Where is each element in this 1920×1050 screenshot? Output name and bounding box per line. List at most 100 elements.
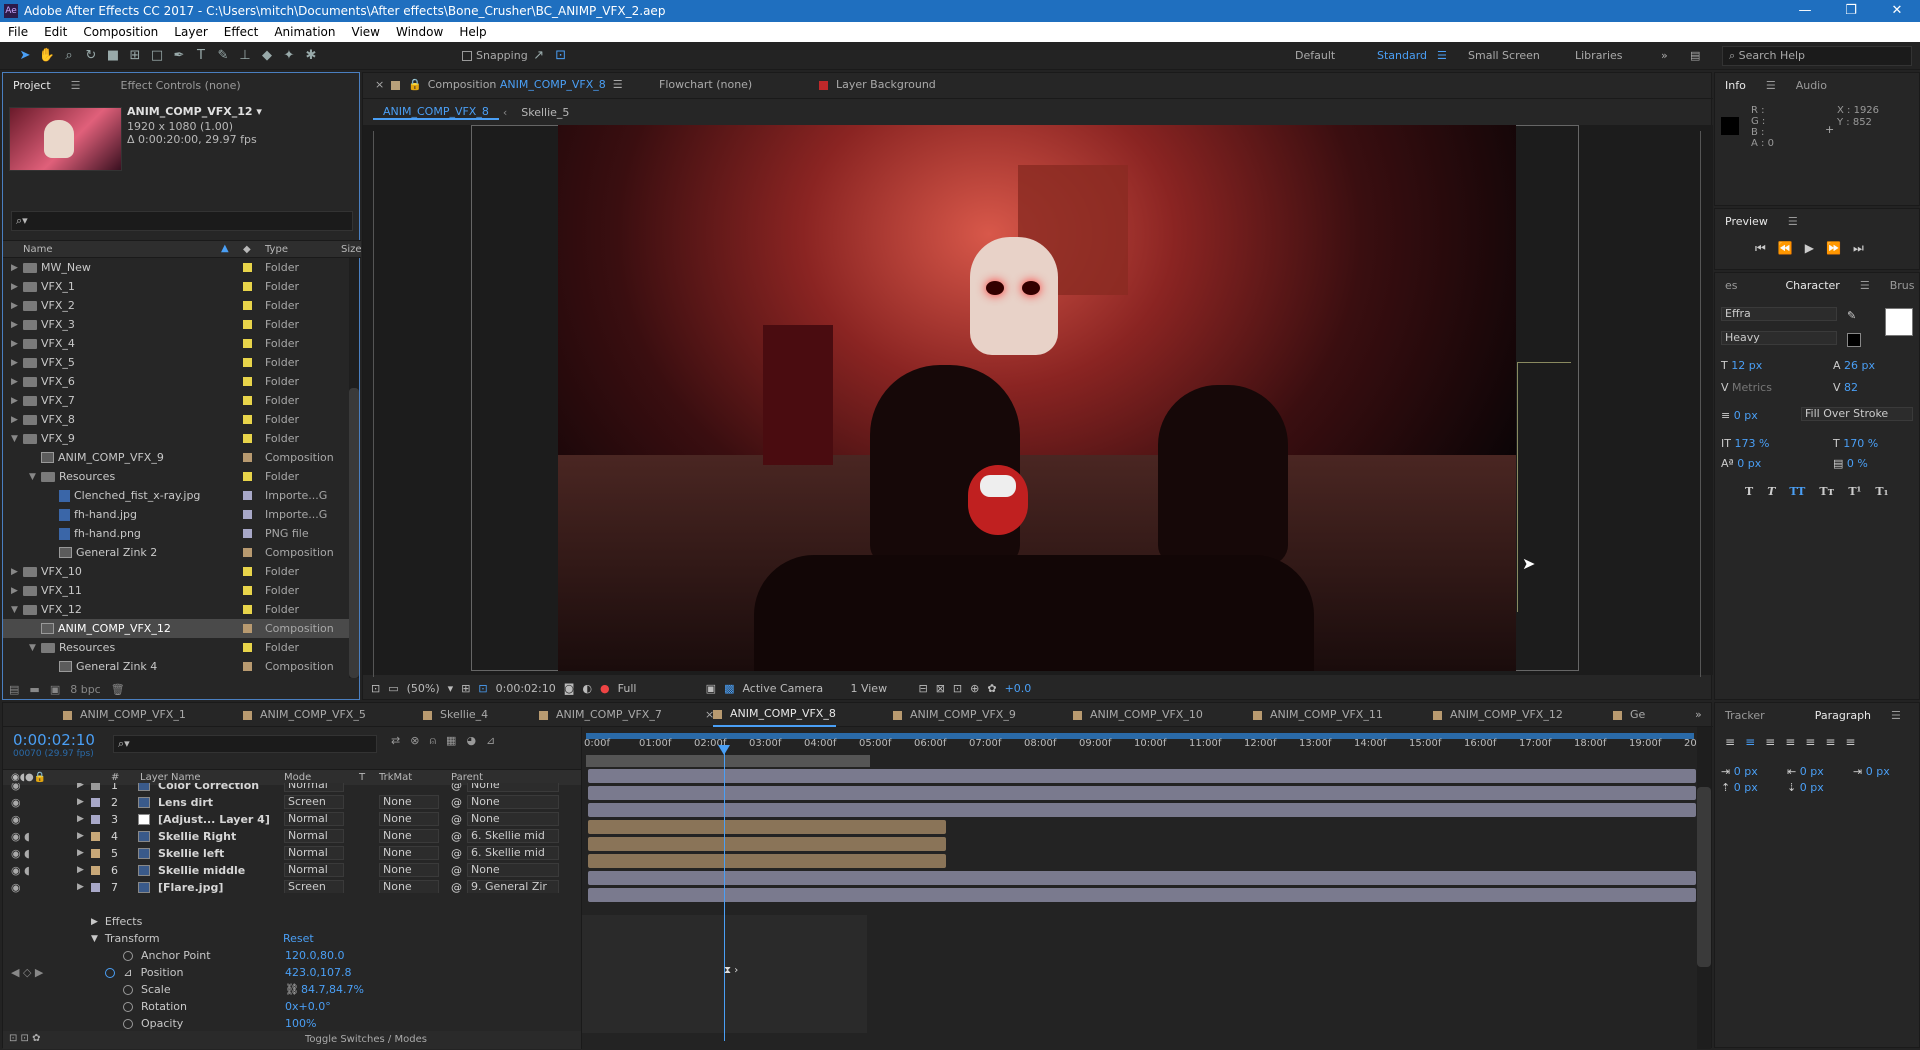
trkmat-dropdown[interactable]: None	[379, 795, 439, 809]
visibility-eye-icon[interactable]: ◉ ◖	[11, 847, 30, 860]
kerning-value[interactable]: Metrics	[1732, 381, 1772, 394]
paragraph-overflow-icon[interactable]: »	[1911, 709, 1920, 722]
tsume-value[interactable]: 0 %	[1847, 457, 1868, 470]
draft-3d-icon[interactable]: ⊗	[410, 734, 419, 748]
timeline-tab[interactable]: Ge	[1613, 703, 1645, 727]
project-folder-row[interactable]: ▶ VFX_5 Folder	[3, 353, 355, 372]
layer-label-swatch[interactable]	[91, 883, 100, 892]
timeline-tab[interactable]: Skellie_4	[423, 703, 488, 727]
eraser-tool-icon[interactable]: ◆	[256, 45, 278, 67]
align-right-icon[interactable]: ≡	[1765, 735, 1775, 749]
project-folder-row[interactable]: ▶ VFX_4 Folder	[3, 334, 355, 353]
project-folder-row[interactable]: ▼ VFX_9 Folder	[3, 429, 355, 448]
layer-twirl-icon[interactable]: ▶	[77, 783, 84, 790]
align-center-icon[interactable]: ≡	[1745, 735, 1755, 749]
pickwhip-icon[interactable]: @	[451, 847, 462, 860]
layer-duration-bar[interactable]	[588, 803, 1696, 817]
visibility-eye-icon[interactable]: ◉	[11, 783, 21, 792]
label-color-swatch[interactable]	[243, 263, 252, 272]
footer-icons[interactable]: ⊡ ⊡ ✿	[9, 1033, 41, 1044]
close-button[interactable]: ✕	[1874, 0, 1920, 22]
playhead-line[interactable]	[724, 751, 725, 1041]
layer-twirl-icon[interactable]: ▶	[77, 882, 84, 892]
workspace-overflow-icon[interactable]: »	[1661, 42, 1668, 70]
label-color-swatch[interactable]	[243, 624, 252, 633]
comp-name[interactable]: ANIM_COMP_VFX_12 ▾	[127, 105, 262, 118]
camera-tool-icon[interactable]: ■	[102, 45, 124, 67]
layer-duration-bar[interactable]	[588, 837, 946, 851]
parent-dropdown[interactable]: None	[467, 812, 559, 826]
clone-stamp-tool-icon[interactable]: ⊥	[234, 45, 256, 67]
project-folder-row[interactable]: ▶ VFX_11 Folder	[3, 581, 355, 600]
position-stopwatch-icon[interactable]	[105, 967, 116, 978]
layer-label-swatch[interactable]	[91, 849, 100, 858]
workspace-libraries[interactable]: Libraries	[1575, 42, 1623, 70]
exposure-value[interactable]: +0.0	[1005, 682, 1032, 695]
blend-mode-dropdown[interactable]: Screen	[284, 795, 344, 809]
snapshot-icon[interactable]: ◙	[564, 682, 575, 695]
menu-file[interactable]: File	[0, 25, 36, 39]
label-color-swatch[interactable]	[243, 548, 252, 557]
pickwhip-icon[interactable]: @	[451, 864, 462, 877]
col-layer-name[interactable]: Layer Name	[140, 772, 201, 783]
layer-name[interactable]: [Flare.jpg]	[158, 881, 223, 893]
layer-name[interactable]: [Adjust... Layer 4]	[158, 813, 270, 826]
twirl-icon[interactable]: ▼	[11, 434, 23, 444]
twirl-icon[interactable]: ▶	[11, 415, 23, 425]
label-color-swatch[interactable]	[243, 377, 252, 386]
twirl-icon[interactable]: ▼	[11, 605, 23, 615]
leading-value[interactable]: 26 px	[1844, 359, 1875, 372]
layer-name[interactable]: Skellie Right	[158, 830, 236, 843]
preview-menu-icon[interactable]: ☰	[1778, 215, 1808, 228]
twirl-icon[interactable]: ▶	[11, 358, 23, 368]
pen-tool-icon[interactable]: ✒	[168, 45, 190, 67]
tab-layer[interactable]: Layer Background	[836, 73, 936, 97]
blend-mode-dropdown[interactable]: Normal	[284, 829, 344, 843]
anchor-stopwatch-icon[interactable]	[123, 950, 133, 961]
comp-mini-flowchart-icon[interactable]: ⇄	[391, 734, 400, 748]
breadcrumb-skellie[interactable]: Skellie_5	[511, 106, 579, 119]
label-color-swatch[interactable]	[243, 339, 252, 348]
menu-view[interactable]: View	[344, 25, 388, 39]
twirl-icon[interactable]: ▼	[29, 643, 41, 653]
tab-composition-name[interactable]: ANIM_COMP_VFX_8	[500, 73, 606, 97]
menu-effect[interactable]: Effect	[216, 25, 267, 39]
info-menu-icon[interactable]: ☰	[1756, 79, 1786, 92]
twirl-icon[interactable]: ▶	[11, 567, 23, 577]
project-folder-row[interactable]: ▶ VFX_7 Folder	[3, 391, 355, 410]
pickwhip-icon[interactable]: @	[451, 813, 462, 826]
work-area-range[interactable]	[586, 755, 870, 767]
label-color-swatch[interactable]	[243, 396, 252, 405]
col-name[interactable]: Name	[23, 244, 53, 255]
vertical-scale-value[interactable]: 173 %	[1734, 437, 1769, 450]
tracking-value[interactable]: 82	[1844, 381, 1858, 394]
label-color-swatch[interactable]	[243, 510, 252, 519]
layer-label-swatch[interactable]	[91, 798, 100, 807]
twirl-icon[interactable]: ▶	[11, 586, 23, 596]
font-family-dropdown[interactable]: Effra	[1721, 307, 1837, 321]
tab-project[interactable]: Project	[3, 79, 61, 92]
tab-effects-presets[interactable]: es	[1715, 279, 1748, 292]
project-comp-row[interactable]: ANIM_COMP_VFX_9 Composition	[3, 448, 355, 467]
align-left-icon[interactable]: ≡	[1725, 735, 1735, 749]
tab-character[interactable]: Character	[1776, 279, 1850, 292]
snap-option-icon[interactable]: ↗	[528, 45, 550, 67]
layer-row[interactable]: ◉ ▶ 3 [Adjust... Layer 4] Normal None @ None	[3, 811, 581, 828]
link-icon[interactable]: ⛓	[285, 983, 299, 996]
prev-frame-icon[interactable]: ⏪	[1778, 241, 1793, 256]
new-comp-icon[interactable]: ▣	[50, 683, 60, 696]
scale-stopwatch-icon[interactable]	[123, 984, 133, 995]
position-value[interactable]: 423.0,107.8	[285, 966, 351, 979]
tab-paragraph[interactable]: Paragraph	[1805, 709, 1881, 722]
workspace-standard[interactable]: Standard	[1377, 42, 1427, 70]
camera-dropdown[interactable]: Active Camera	[742, 682, 842, 695]
label-color-swatch[interactable]	[243, 320, 252, 329]
visibility-eye-icon[interactable]: ◉	[11, 881, 21, 893]
label-color-swatch[interactable]	[243, 586, 252, 595]
layer-label-swatch[interactable]	[91, 815, 100, 824]
timeline-icon[interactable]: ⊡	[953, 682, 962, 695]
roi-icon[interactable]: ▣	[706, 682, 716, 695]
layer-name[interactable]: Color Correction	[158, 783, 259, 792]
trkmat-dropdown[interactable]: None	[379, 829, 439, 843]
faux-bold-icon[interactable]: T	[1745, 485, 1753, 498]
